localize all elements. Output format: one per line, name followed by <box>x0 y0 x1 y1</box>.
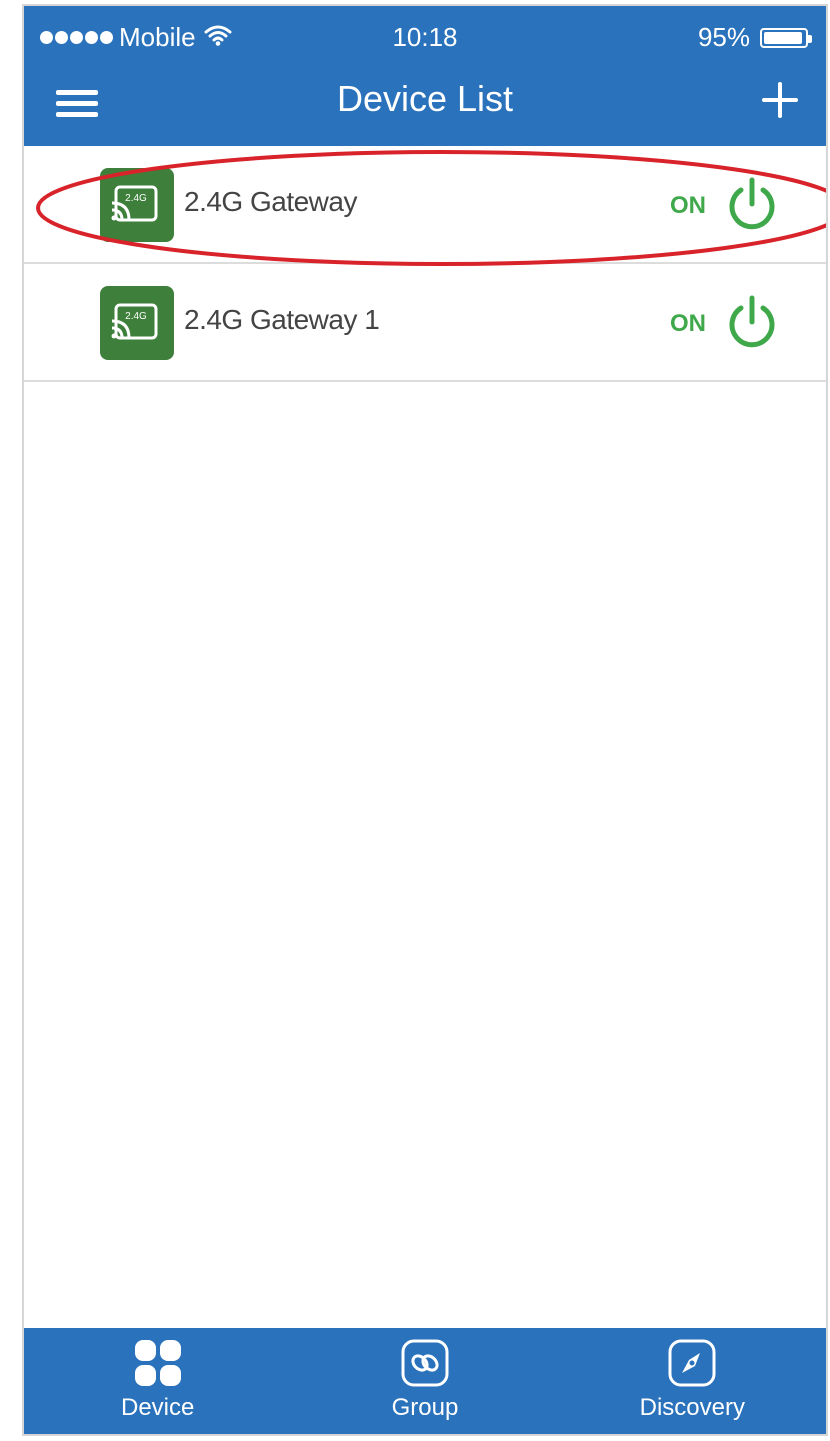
device-list: 2.4G 2.4G Gateway ON 2.4G 2.4G Gateway 1… <box>24 146 826 382</box>
gateway-icon: 2.4G <box>100 286 174 360</box>
tab-bar: Device Group Discovery <box>24 1328 826 1434</box>
power-icon <box>729 295 775 348</box>
device-row[interactable]: 2.4G 2.4G Gateway ON <box>24 146 826 264</box>
grid-icon <box>134 1340 181 1386</box>
power-toggle-button[interactable] <box>722 174 782 234</box>
device-name: 2.4G Gateway 1 <box>184 304 380 335</box>
battery-status: 95% <box>697 22 812 53</box>
group-link-icon <box>401 1339 449 1387</box>
device-state: ON <box>670 192 706 219</box>
gateway-icon-label: 2.4G <box>125 311 147 322</box>
power-icon <box>729 177 775 230</box>
battery-percent: 95% <box>697 22 750 52</box>
power-toggle-button[interactable] <box>722 292 782 352</box>
nav-bar: Device List <box>24 66 826 146</box>
gateway-icon: 2.4G <box>100 168 174 242</box>
tab-device[interactable]: Device <box>24 1328 291 1434</box>
gateway-icon-label: 2.4G <box>125 193 147 204</box>
page-title: Device List <box>336 78 514 119</box>
plus-icon <box>762 82 798 118</box>
device-state: ON <box>670 310 706 337</box>
add-device-button[interactable] <box>758 78 802 122</box>
device-name: 2.4G Gateway <box>184 186 357 217</box>
phone-screen: Mobile 10:18 95% Device List 2.4G 2.4G G… <box>22 4 828 1436</box>
tab-group[interactable]: Group <box>291 1328 558 1434</box>
tab-group-label: Group <box>391 1394 459 1421</box>
device-row[interactable]: 2.4G 2.4G Gateway 1 ON <box>24 264 826 382</box>
top-bar: Mobile 10:18 95% Device List <box>24 6 826 146</box>
battery-icon <box>760 27 812 48</box>
tab-discovery[interactable]: Discovery <box>559 1328 826 1434</box>
compass-icon <box>668 1339 716 1387</box>
status-bar: Mobile 10:18 95% <box>24 6 826 66</box>
tab-discovery-label: Discovery <box>639 1394 745 1421</box>
tab-device-label: Device <box>120 1394 195 1421</box>
